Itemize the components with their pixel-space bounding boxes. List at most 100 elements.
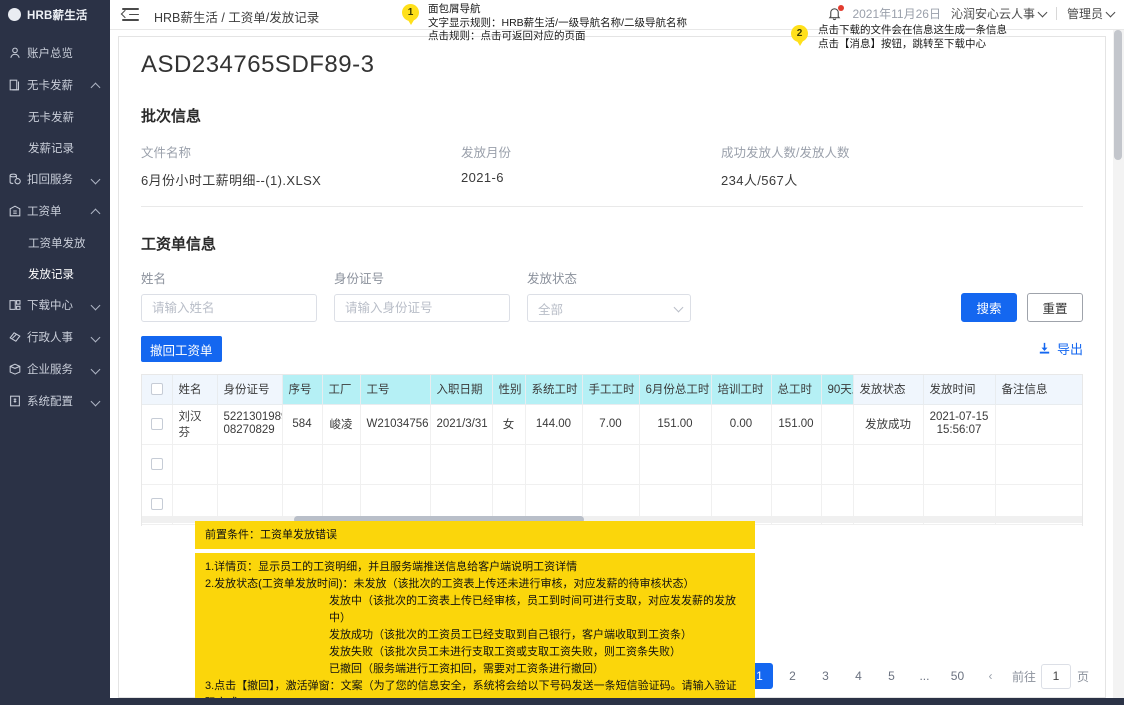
page-number-4[interactable]: 4 xyxy=(845,663,872,689)
chevron-up-icon[interactable] xyxy=(91,206,101,216)
notification-badge-dot xyxy=(838,4,845,11)
sidebar-subitem-pay-records[interactable]: 发薪记录 xyxy=(0,132,110,163)
cell-day90 xyxy=(821,404,854,445)
chevron-down-icon[interactable] xyxy=(91,396,101,406)
table-header-june_total_hours: 6月份总工时 xyxy=(639,375,712,405)
sidebar-subitem-cardless-pay[interactable]: 无卡发薪 xyxy=(0,101,110,132)
select-all-checkbox[interactable] xyxy=(150,383,163,396)
sidebar-item-admin-hr[interactable]: 行政人事 xyxy=(0,321,110,353)
table-header-manual_hours: 手工工时 xyxy=(582,375,640,405)
sidebar-collapse-icon[interactable] xyxy=(120,7,139,22)
annotation-line: 点击规则：点击可返回对应的页面 xyxy=(428,30,586,42)
field-value: 2021-6 xyxy=(461,170,504,185)
cell-gender xyxy=(492,444,526,485)
goto-page-input[interactable] xyxy=(1040,663,1071,689)
sidebar-subitem-payslip-issue[interactable]: 工资单发放 xyxy=(0,227,110,258)
sidebar-subitem-label: 发薪记录 xyxy=(28,142,74,155)
annotation-text-2: 点击下载的文件会在信息这生成一条信息 点击【消息】按钮，跳转至下载中心 xyxy=(818,24,1007,51)
field-value: 6月份小时工薪明细--(1).XLSX xyxy=(141,173,322,188)
chevron-down-icon[interactable] xyxy=(91,364,101,374)
logo-circle-icon xyxy=(8,8,21,21)
chevron-down-icon[interactable] xyxy=(91,174,101,184)
table-header-training_hours: 培训工时 xyxy=(711,375,772,405)
status-select[interactable]: 全部 xyxy=(527,294,691,322)
id-field-group: 身份证号 xyxy=(334,268,510,322)
page-number-50[interactable]: 50 xyxy=(944,663,971,689)
search-button[interactable]: 搜索 xyxy=(961,293,1017,322)
top-right-area: 2021年11月26日 沁润安心云人事 管理员 xyxy=(827,4,1116,22)
note-rules: 1.详情页：显示员工的工资明细，并且服务端推送信息给客户端说明工资详情 2.发放状… xyxy=(195,553,755,698)
table-row[interactable]: 刘汉芬 5221301989 08270829 584 峻凌 W21034756 2021/… xyxy=(142,404,1082,445)
section-divider xyxy=(141,206,1083,207)
prev-page-button[interactable]: ‹ xyxy=(977,663,1004,689)
export-button[interactable]: 导出 xyxy=(1037,339,1083,358)
sidebar-item-label: 系统配置 xyxy=(27,396,73,408)
search-name-input[interactable] xyxy=(141,294,317,322)
page-number-2[interactable]: 2 xyxy=(779,663,806,689)
field-label: 文件名称 xyxy=(141,146,192,160)
sidebar-item-label: 行政人事 xyxy=(27,332,73,344)
annotation-pin-2: 2 xyxy=(791,25,808,46)
cell-name xyxy=(172,444,218,485)
sidebar-subitem-issue-records[interactable]: 发放记录 xyxy=(0,258,110,289)
sidebar-item-cardless-pay[interactable]: 无卡发薪 xyxy=(0,69,110,101)
table-row[interactable] xyxy=(142,444,1082,485)
annotation-line: 点击下载的文件会在信息这生成一条信息 xyxy=(818,24,1007,36)
cell-total_hours xyxy=(771,444,822,485)
cell-checkbox xyxy=(142,404,173,445)
user-role-menu[interactable]: 管理员 xyxy=(1067,5,1116,22)
note-line: 已撤回（服务端进行工资扣回，需要对工资条进行撤回） xyxy=(329,663,604,675)
brand-name: HRB薪生活 xyxy=(27,9,88,22)
page-number-3[interactable]: 3 xyxy=(812,663,839,689)
company-selector[interactable]: 沁润安心云人事 xyxy=(951,5,1048,22)
sidebar-subitem-label: 无卡发薪 xyxy=(28,111,74,124)
row-checkbox[interactable] xyxy=(150,417,163,430)
payslip-info-title: 工资单信息 xyxy=(141,236,217,253)
page-scrollbar[interactable] xyxy=(1113,30,1124,705)
sidebar-item-payslip[interactable]: 工资单 xyxy=(0,195,110,227)
sidebar-item-enterprise-service[interactable]: 企业服务 xyxy=(0,353,110,385)
cell-issue_time: 2021-07-15 15:56:07 xyxy=(923,404,996,445)
annotation-line: 面包屑导航 xyxy=(428,3,481,15)
sidebar-item-account-overview[interactable]: 账户总览 xyxy=(0,37,110,69)
withdraw-payslip-button[interactable]: 撤回工资单 xyxy=(141,336,222,362)
reset-button[interactable]: 重置 xyxy=(1027,293,1083,322)
sidebar-item-label: 账户总览 xyxy=(27,48,73,60)
page-scrollbar-thumb[interactable] xyxy=(1114,30,1122,160)
page-number-5[interactable]: 5 xyxy=(878,663,905,689)
chevron-down-icon[interactable] xyxy=(91,300,101,310)
sidebar-item-download-center[interactable]: 下载中心 xyxy=(0,289,110,321)
sidebar-item-system-config[interactable]: 系统配置 xyxy=(0,385,110,417)
cell-factory: 峻凌 xyxy=(322,404,361,445)
cell-id_no: 5221301989 08270829 xyxy=(217,404,283,445)
cell-seq: 584 xyxy=(282,404,323,445)
cell-factory xyxy=(322,444,361,485)
table-head: 姓名 身份证号 序号 工厂 工号 入职日期 性别 系统工时 手工工时 6月份总工时 培训工时 总工时 9… xyxy=(142,375,1082,405)
cell-manual_hours xyxy=(582,444,640,485)
current-date: 2021年11月26日 xyxy=(852,7,941,21)
cell-seq xyxy=(282,444,323,485)
batch-field-count: 成功发放人数/发放人数 234人/567人 xyxy=(721,142,981,189)
page-unit-label: 页 xyxy=(1076,669,1089,684)
batch-field-month: 发放月份 2021-6 xyxy=(461,142,721,189)
bottom-strip xyxy=(0,698,1124,705)
chevron-down-icon[interactable] xyxy=(91,332,101,342)
sidebar-item-clawback-service[interactable]: 扣回服务 xyxy=(0,163,110,195)
breadcrumb[interactable]: HRB薪生活 / 工资单/发放记录 xyxy=(154,7,319,26)
table-header-hire_date: 入职日期 xyxy=(430,375,493,405)
brand-logo[interactable]: HRB薪生活 xyxy=(0,0,110,29)
table-header-name: 姓名 xyxy=(172,375,218,405)
name-field-group: 姓名 xyxy=(141,268,317,322)
name-label: 姓名 xyxy=(141,272,167,286)
note-line: 2.发放状态(工资单发放时间)：未发放（该批次的工资表上传还未进行审核，对应发薪… xyxy=(205,578,695,590)
row-checkbox[interactable] xyxy=(150,497,163,510)
notification-bell-icon[interactable] xyxy=(827,4,845,22)
table-header-remark: 备注信息 xyxy=(995,375,1082,405)
sidebar-subitem-label: 工资单发放 xyxy=(28,237,86,250)
note-line: 3.点击【撤回】，激活弹窗：文案（为了您的信息安全，系统将会给以下号码发送一条短… xyxy=(205,680,737,698)
page-number-...[interactable]: ... xyxy=(911,663,938,689)
search-id-input[interactable] xyxy=(334,294,510,322)
chevron-up-icon[interactable] xyxy=(91,80,101,90)
row-checkbox[interactable] xyxy=(150,457,163,470)
search-buttons: 搜索 重置 xyxy=(961,293,1083,322)
